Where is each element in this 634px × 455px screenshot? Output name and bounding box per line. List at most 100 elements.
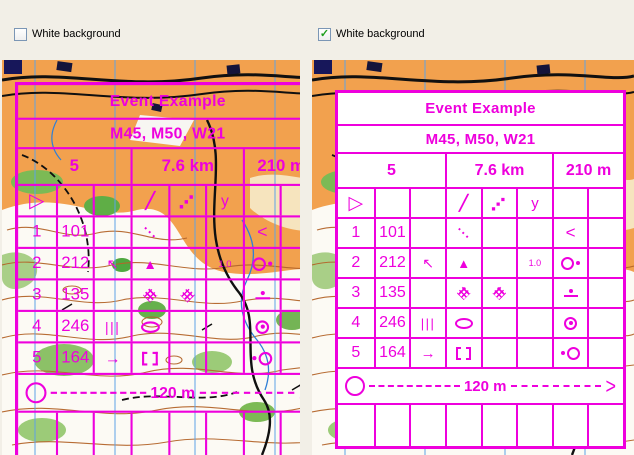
- y-feature-icon: y: [221, 192, 229, 210]
- course-length: 7.6 km: [445, 154, 552, 187]
- finish-arrow-icon: >: [605, 373, 616, 399]
- control-row-2: 2 212 ↖ ▲ 1.0: [18, 247, 300, 278]
- depression-ellipse-icon: [141, 321, 160, 333]
- circle-dot-right-icon: [561, 257, 580, 270]
- control-number: 1: [338, 219, 374, 247]
- checkmark-icon: ✓: [320, 29, 329, 40]
- next-row-clipped: [18, 411, 300, 455]
- class-list: M45, M50, W21: [338, 126, 623, 152]
- thicket-lattice-icon: [180, 288, 195, 303]
- knoll-triangle-icon: ▲: [457, 256, 470, 271]
- white-background-option-left[interactable]: White background: [14, 27, 121, 41]
- control-code: 164: [56, 343, 93, 372]
- control-code: 246: [374, 309, 410, 337]
- thicket-lattice-icon: [143, 288, 158, 303]
- control-description-card: Event Example M45, M50, W21 5 7.6 km 210…: [335, 90, 626, 449]
- control-code: 164: [374, 339, 410, 367]
- left-angle-icon: <: [257, 222, 267, 243]
- dashed-route-line: [51, 392, 147, 394]
- white-background-checkbox-left[interactable]: [14, 28, 27, 41]
- course-climb: 210 m: [552, 154, 623, 187]
- finish-row: 120 m >: [338, 367, 623, 403]
- finish-circle-icon: [26, 382, 47, 403]
- dashed-route-line: [199, 392, 295, 394]
- finish-arrow-icon: >: [299, 379, 300, 407]
- course-info-row: 5 7.6 km 210 m: [18, 147, 300, 184]
- depression-ellipse-icon: [455, 318, 473, 329]
- control-row-2: 2 212 ↖ ▲ 1.0: [338, 247, 623, 277]
- dot-over-line-icon: [564, 289, 578, 297]
- control-row-3: 3 135: [18, 278, 300, 310]
- next-row-clipped: [338, 403, 623, 446]
- control-row-4: 4 246 |||: [18, 310, 300, 342]
- dashed-route-line: [511, 385, 602, 387]
- start-row: ▷ ╱ ◆◆◆ y: [18, 184, 300, 215]
- arrow-up-left-icon: ↖: [107, 255, 119, 273]
- ruin-brackets-icon: [142, 351, 158, 365]
- diamond-line-icon: ◆◆◆: [490, 194, 509, 213]
- card-title-row: Event Example: [338, 93, 623, 124]
- finish-distance: 120 m: [464, 378, 507, 395]
- arrow-right-icon: →: [421, 345, 436, 362]
- start-triangle-icon: ▷: [349, 194, 364, 213]
- control-code: 135: [374, 279, 410, 307]
- circle-dot-right-icon: [252, 257, 272, 271]
- y-feature-icon: y: [531, 195, 539, 212]
- control-row-1: 1 101 ··· <: [338, 217, 623, 247]
- ruin-brackets-icon: [456, 347, 471, 360]
- control-code: 212: [56, 249, 93, 278]
- control-number: 4: [338, 309, 374, 337]
- control-number: 3: [338, 279, 374, 307]
- slash-feature-icon: ╱: [459, 194, 468, 212]
- control-code: 212: [374, 249, 410, 277]
- thicket-lattice-icon: [457, 286, 471, 300]
- event-title: Event Example: [338, 93, 623, 124]
- control-number: 1: [18, 217, 55, 246]
- dimension-label: 1.0: [516, 249, 552, 277]
- slash-feature-icon: ╱: [145, 191, 154, 210]
- course-number: 5: [338, 154, 445, 187]
- control-code: 101: [56, 217, 93, 246]
- dotted-line-icon: ···: [453, 222, 475, 244]
- circle-center-dot-icon: [256, 320, 270, 334]
- dot-circle-icon: [252, 351, 272, 365]
- finish-circle-icon: [345, 376, 365, 396]
- finish-row: 120 m >: [18, 373, 300, 411]
- control-code: 246: [56, 312, 93, 341]
- white-background-option-right[interactable]: ✓ White background: [318, 27, 425, 41]
- dot-over-line-icon: [255, 291, 270, 299]
- arrow-up-left-icon: ↖: [422, 255, 434, 272]
- left-angle-icon: <: [566, 223, 576, 243]
- control-row-1: 1 101 ··· <: [18, 215, 300, 247]
- dimension-label: 1.0: [205, 249, 242, 278]
- control-row-3: 3 135: [338, 277, 623, 307]
- dot-circle-icon: [561, 347, 580, 360]
- arrow-right-icon: →: [105, 349, 121, 367]
- control-row-5: 5 164 →: [338, 337, 623, 367]
- course-number: 5: [18, 149, 130, 184]
- course-length: 7.6 km: [131, 149, 243, 184]
- preview-panel-white-background: Event Example M45, M50, W21 5 7.6 km 210…: [312, 60, 634, 455]
- card-classes-row: M45, M50, W21: [338, 124, 623, 152]
- control-number: 4: [18, 312, 55, 341]
- thicket-lattice-icon: [492, 286, 506, 300]
- course-info-row: 5 7.6 km 210 m: [338, 152, 623, 187]
- course-climb: 210 m: [243, 149, 300, 184]
- card-title-row: Event Example: [18, 85, 300, 118]
- control-row-4: 4 246 |||: [338, 307, 623, 337]
- class-list: M45, M50, W21: [18, 120, 300, 147]
- white-background-label-left[interactable]: White background: [32, 28, 121, 40]
- control-number: 5: [338, 339, 374, 367]
- white-background-label-right[interactable]: White background: [336, 28, 425, 40]
- white-background-checkbox-right[interactable]: ✓: [318, 28, 331, 41]
- diamond-line-icon: ◆◆◆: [178, 191, 198, 211]
- start-triangle-icon: ▷: [29, 191, 44, 211]
- circle-center-dot-icon: [564, 317, 577, 330]
- knoll-triangle-icon: ▲: [143, 256, 157, 272]
- control-number: 2: [18, 249, 55, 278]
- event-title: Event Example: [18, 85, 300, 118]
- three-bars-icon: |||: [105, 319, 120, 335]
- control-code: 135: [56, 280, 93, 309]
- control-row-5: 5 164 →: [18, 341, 300, 373]
- dashed-route-line: [369, 385, 460, 387]
